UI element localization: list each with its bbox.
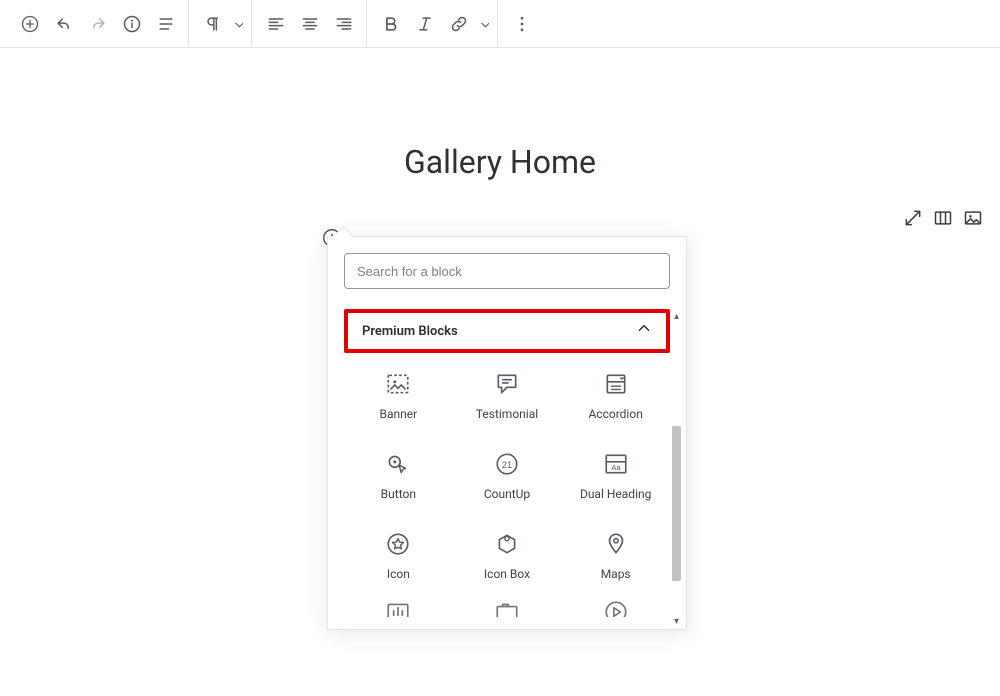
block-item-icon[interactable]: Icon: [344, 525, 453, 587]
iconbox-icon: [493, 531, 521, 557]
outline-button[interactable]: [150, 8, 182, 40]
more-options-button[interactable]: [506, 8, 538, 40]
page-title[interactable]: Gallery Home: [0, 143, 1000, 181]
align-right-button[interactable]: [328, 8, 360, 40]
block-item-tabs[interactable]: [453, 593, 562, 617]
block-item-banner[interactable]: Banner: [344, 365, 453, 427]
tabs-icon: [493, 599, 521, 617]
bold-button[interactable]: [375, 8, 407, 40]
block-view-actions: [902, 207, 984, 229]
testimonial-icon: [493, 371, 521, 397]
banner-icon: [384, 371, 412, 397]
scroll-up-button[interactable]: ▴: [669, 309, 684, 324]
category-label: Premium Blocks: [362, 324, 458, 339]
block-label: Icon Box: [484, 567, 530, 581]
block-item-dualheading[interactable]: Dual Heading: [561, 445, 670, 507]
info-button[interactable]: [116, 8, 148, 40]
redo-button[interactable]: [82, 8, 114, 40]
button-icon: [384, 451, 412, 477]
image-icon[interactable]: [962, 207, 984, 229]
link-button[interactable]: [443, 8, 475, 40]
align-center-button[interactable]: [294, 8, 326, 40]
block-item-iconbox[interactable]: Icon Box: [453, 525, 562, 587]
italic-button[interactable]: [409, 8, 441, 40]
block-item-button[interactable]: Button: [344, 445, 453, 507]
icon-icon: [384, 531, 412, 557]
fullscreen-icon[interactable]: [902, 207, 924, 229]
align-left-button[interactable]: [260, 8, 292, 40]
block-item-countup[interactable]: CountUp: [453, 445, 562, 507]
block-item-maps[interactable]: Maps: [561, 525, 670, 587]
accordion-icon: [602, 371, 630, 397]
countup-icon: [493, 451, 521, 477]
undo-button[interactable]: [48, 8, 80, 40]
video-icon: [602, 599, 630, 617]
block-item-video[interactable]: [561, 593, 670, 617]
paragraph-dropdown[interactable]: [231, 19, 245, 29]
category-premium-blocks[interactable]: Premium Blocks: [344, 309, 670, 353]
block-item-chart[interactable]: [344, 593, 453, 617]
block-item-accordion[interactable]: Accordion: [561, 365, 670, 427]
chart-icon: [384, 599, 412, 617]
editor-toolbar: [0, 0, 1000, 48]
chevron-up-icon: [636, 321, 652, 341]
inserter-scrollbar[interactable]: ▴ ▾: [669, 309, 684, 629]
block-search-input[interactable]: [344, 253, 670, 289]
block-label: Maps: [601, 567, 631, 581]
block-item-testimonial[interactable]: Testimonial: [453, 365, 562, 427]
block-inserter-popover: Premium Blocks Banner Testimonial Accordio…: [327, 236, 687, 630]
add-block-toolbar-button[interactable]: [14, 8, 46, 40]
block-label: Accordion: [588, 407, 642, 421]
block-label: CountUp: [484, 487, 530, 501]
block-label: Banner: [379, 407, 417, 421]
scroll-down-button[interactable]: ▾: [669, 614, 684, 629]
paragraph-button[interactable]: [197, 8, 229, 40]
format-dropdown[interactable]: [477, 19, 491, 29]
scroll-thumb[interactable]: [672, 426, 681, 581]
maps-icon: [602, 531, 630, 557]
block-label: Dual Heading: [580, 487, 651, 501]
block-label: Button: [381, 487, 416, 501]
block-label: Icon: [387, 567, 410, 581]
editor-canvas: Gallery Home: [0, 48, 1000, 181]
block-label: Testimonial: [476, 407, 538, 421]
columns-icon[interactable]: [932, 207, 954, 229]
dualheading-icon: [602, 451, 630, 477]
